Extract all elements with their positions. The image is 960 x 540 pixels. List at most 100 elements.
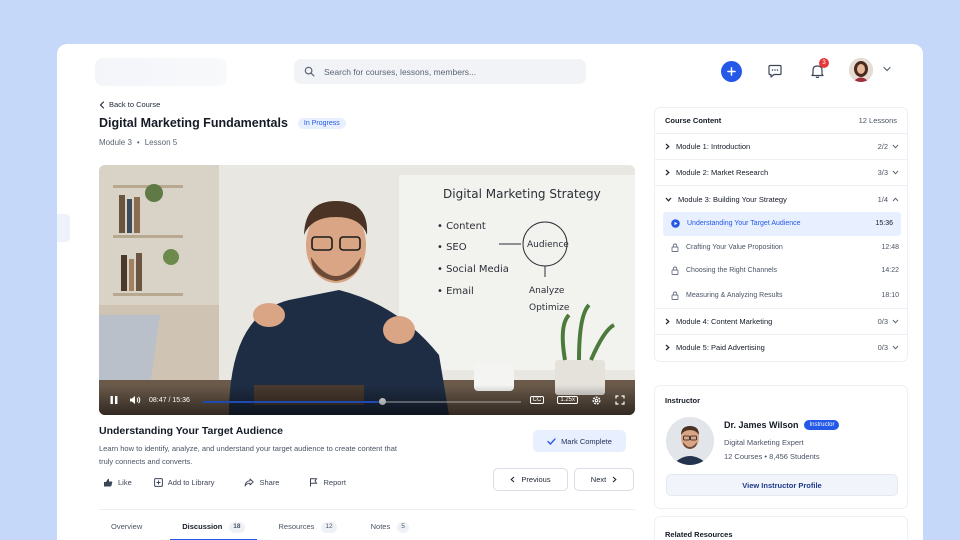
- module-progress: 1/4: [877, 194, 888, 204]
- chevron-down-icon: [892, 170, 899, 175]
- right-sidebar: Course Content 12 Lessons Module 1: Intr…: [654, 107, 908, 540]
- whiteboard-item: • SEO: [437, 242, 467, 253]
- instructor-role: Digital Marketing Expert: [724, 438, 804, 447]
- view-instructor-profile-button[interactable]: View Instructor Profile: [666, 474, 898, 496]
- pause-icon[interactable]: [109, 395, 119, 405]
- flag-icon: [310, 478, 318, 487]
- chevron-down-icon: [892, 144, 899, 149]
- logo[interactable]: [95, 58, 227, 86]
- module-progress: 0/3: [877, 316, 888, 326]
- lock-icon: [671, 243, 679, 252]
- library-add-icon: [153, 478, 163, 487]
- module-label: Module 2: Market Research: [676, 168, 769, 177]
- module-label: Module 1: Introduction: [676, 142, 751, 151]
- previous-button[interactable]: Previous: [493, 468, 568, 491]
- module-row-expanded[interactable]: Module 3: Building Your Strategy 1/4: [655, 186, 907, 212]
- plus-icon: [727, 67, 736, 76]
- module-row[interactable]: Module 4: Content Marketing 0/3: [655, 309, 907, 335]
- back-to-course-link[interactable]: Back to Course: [99, 100, 635, 109]
- module-row[interactable]: Module 5: Paid Advertising 0/3: [655, 335, 907, 361]
- lesson-label: Crafting Your Value Proposition: [686, 243, 783, 251]
- volume-icon[interactable]: [129, 395, 141, 405]
- module-progress: 2/2: [877, 142, 888, 151]
- module-row[interactable]: Module 1: Introduction 2/2: [655, 134, 907, 160]
- lesson-title: Understanding Your Target Audience: [99, 425, 283, 437]
- course-content-header: Course Content 12 Lessons: [655, 108, 907, 134]
- captions-button[interactable]: CC: [529, 396, 545, 404]
- module-progress: 0/3: [877, 343, 888, 352]
- course-content-title: Course Content: [665, 116, 722, 125]
- notifications-button[interactable]: 3: [808, 58, 829, 80]
- search-icon: [304, 66, 315, 77]
- tab-resources[interactable]: Resources 12: [267, 510, 349, 540]
- tab-notes[interactable]: Notes 5: [359, 510, 421, 540]
- video-player[interactable]: Digital Marketing Strategy • Content • S…: [99, 165, 635, 415]
- top-bar: 3: [57, 44, 923, 96]
- course-title: Digital Marketing Fundamentals: [99, 116, 288, 130]
- report-button[interactable]: Report: [309, 478, 346, 487]
- chevron-down-icon[interactable]: [883, 66, 891, 72]
- check-icon: [547, 437, 556, 445]
- share-label: Share: [259, 478, 280, 487]
- related-resources-card: Related Resources: [654, 516, 908, 540]
- module-progress: 3/3: [877, 168, 888, 177]
- course-content-panel: Course Content 12 Lessons Module 1: Intr…: [654, 107, 908, 362]
- chevron-right-icon: [665, 143, 670, 150]
- instructor-card: Instructor Dr. James Wilson Instructor D…: [654, 385, 908, 509]
- next-button[interactable]: Next: [574, 468, 634, 491]
- sidebar-handle[interactable]: [57, 214, 70, 242]
- whiteboard-item: • Content: [437, 221, 486, 232]
- lesson-label: Choosing the Right Channels: [686, 267, 778, 275]
- whiteboard-heading: Digital Marketing Strategy: [443, 187, 601, 201]
- mark-complete-button[interactable]: Mark Complete: [533, 430, 626, 452]
- lesson-duration: 15:36: [875, 220, 893, 228]
- module-crumb: Module 3: [99, 138, 132, 147]
- lesson-duration: 18:10: [881, 291, 899, 299]
- app-window: 3 Back to Course Digital Marketing Funda…: [57, 44, 923, 540]
- chevron-right-icon: [665, 344, 670, 351]
- lesson-duration: 12:48: [881, 243, 899, 251]
- thumbs-up-icon: [104, 478, 113, 487]
- video-frame: Digital Marketing Strategy • Content • S…: [99, 165, 635, 415]
- whiteboard-circle-label: Audience: [527, 240, 569, 250]
- chevron-down-icon: [665, 197, 672, 202]
- tab-discussion[interactable]: Discussion 18: [170, 510, 257, 540]
- lesson-item-current[interactable]: Understanding Your Target Audience 15:36: [663, 212, 901, 236]
- search-bar[interactable]: [294, 59, 586, 84]
- video-controls: 08:47 / 15:36 CC 1.25x: [99, 385, 635, 415]
- whiteboard-item: • Social Media: [437, 264, 509, 275]
- lesson-item[interactable]: Choosing the Right Channels 14:22: [655, 259, 907, 283]
- settings-gear-icon[interactable]: [591, 395, 602, 406]
- chat-icon: [768, 64, 782, 78]
- lesson-label: Understanding Your Target Audience: [687, 220, 801, 228]
- lesson-item[interactable]: Crafting Your Value Proposition 12:48: [655, 236, 907, 260]
- lesson-actions: Like Add to Library Share Report: [103, 478, 346, 487]
- search-input[interactable]: [324, 66, 574, 77]
- lesson-tabs: Overview Discussion 18 Resources 12 Note…: [99, 509, 635, 540]
- previous-label: Previous: [521, 475, 551, 484]
- instructor-stats: 12 Courses • 8,456 Students: [724, 452, 820, 461]
- tab-label: Discussion: [182, 522, 223, 531]
- tab-overview[interactable]: Overview: [99, 510, 154, 540]
- add-button[interactable]: [721, 61, 742, 82]
- lock-icon: [671, 266, 679, 276]
- lessons-count: 12 Lessons: [858, 116, 897, 125]
- chevron-right-icon: [612, 476, 617, 483]
- share-icon: [245, 478, 255, 487]
- chevron-left-icon: [510, 476, 515, 483]
- user-avatar[interactable]: [849, 58, 873, 82]
- lesson-description: Learn how to identify, analyze, and unde…: [99, 444, 397, 466]
- breadcrumb: Module 3 • Lesson 5: [99, 138, 178, 147]
- module-row[interactable]: Module 2: Market Research 3/3: [655, 160, 907, 186]
- status-badge: In Progress: [297, 117, 346, 129]
- share-button[interactable]: Share: [244, 478, 279, 487]
- fullscreen-icon[interactable]: [615, 395, 625, 405]
- lesson-item[interactable]: Measuring & Analyzing Results 18:10: [655, 283, 907, 309]
- messages-button[interactable]: [766, 62, 784, 80]
- video-time: 08:47 / 15:36: [149, 396, 190, 404]
- chevron-down-icon: [892, 319, 899, 324]
- like-button[interactable]: Like: [103, 478, 132, 487]
- instructor-badge: Instructor: [804, 420, 840, 430]
- add-to-library-button[interactable]: Add to Library: [153, 478, 214, 487]
- playback-speed-button[interactable]: 1.25x: [557, 396, 578, 404]
